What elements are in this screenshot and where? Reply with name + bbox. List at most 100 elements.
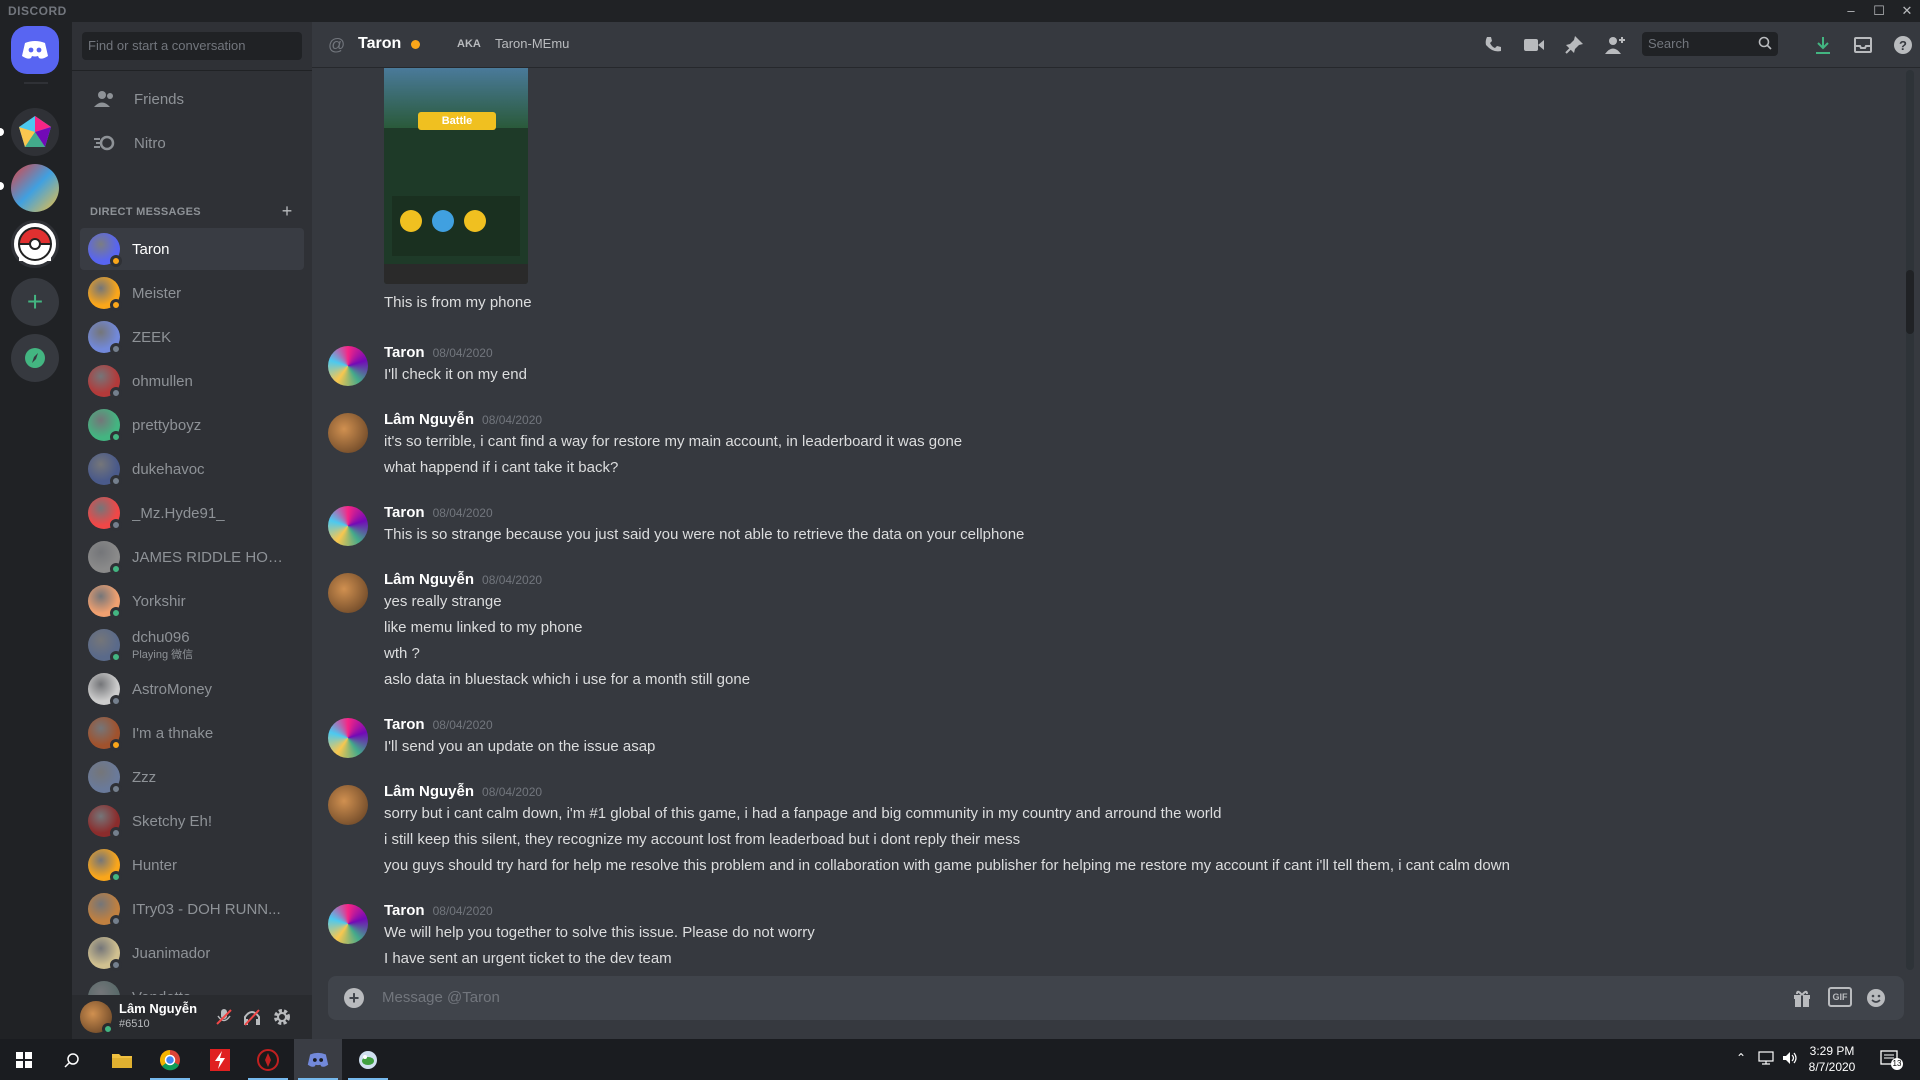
author-name[interactable]: Lâm Nguyễn	[384, 571, 474, 588]
message-author[interactable]: Taron 08/04/2020	[384, 344, 493, 361]
help-icon: ?	[1894, 36, 1912, 54]
start-video-call-button[interactable]	[1523, 34, 1545, 56]
dm-item[interactable]: dchu096 Playing 微信	[80, 624, 304, 666]
message-text: sorry but i cant calm down, i'm #1 globa…	[384, 805, 1222, 822]
message-avatar[interactable]	[328, 573, 368, 613]
discord-taskbar-button[interactable]	[294, 1039, 342, 1080]
home-button[interactable]	[11, 26, 59, 74]
maximize-button[interactable]: ☐	[1866, 1, 1892, 21]
message-author[interactable]: Taron 08/04/2020	[384, 716, 493, 733]
avatar	[88, 497, 122, 531]
dm-item[interactable]: Hunter	[80, 844, 304, 886]
dm-name: AstroMoney	[132, 680, 213, 698]
start-button[interactable]	[0, 1039, 48, 1080]
user-avatar[interactable]	[80, 1001, 114, 1035]
user-settings-button[interactable]	[272, 1007, 292, 1032]
action-center-button[interactable]: 13	[1880, 1049, 1903, 1074]
file-explorer-button[interactable]	[98, 1039, 146, 1080]
scrollbar-thumb[interactable]	[1906, 270, 1914, 334]
dm-item[interactable]: Yorkshir	[80, 580, 304, 622]
dm-item[interactable]: dukehavoc	[80, 448, 304, 490]
author-name[interactable]: Taron	[384, 344, 425, 361]
system-clock[interactable]: 3:29 PM 8/7/2020	[1800, 1043, 1864, 1075]
download-apps-button[interactable]	[1812, 34, 1834, 56]
close-button[interactable]: ✕	[1894, 1, 1920, 21]
message-input[interactable]: Message @Taron	[382, 989, 500, 1006]
author-name[interactable]: Taron	[384, 716, 425, 733]
chrome-button[interactable]	[146, 1039, 194, 1080]
author-name[interactable]: Lâm Nguyễn	[384, 411, 474, 428]
battle-button-image: Battle	[418, 112, 496, 130]
server-icon-3[interactable]	[11, 220, 59, 268]
help-button[interactable]: ?	[1892, 34, 1914, 56]
mute-button[interactable]	[214, 1007, 234, 1032]
inbox-button[interactable]	[1852, 34, 1874, 56]
dm-item[interactable]: ohmullen	[80, 360, 304, 402]
message-author[interactable]: Lâm Nguyễn 08/04/2020	[384, 571, 542, 588]
app-red-button[interactable]	[196, 1039, 244, 1080]
dm-item[interactable]: Meister	[80, 272, 304, 314]
dm-item[interactable]: ZEEK	[80, 316, 304, 358]
server-icon-2[interactable]	[11, 164, 59, 212]
dm-item[interactable]: JAMES RIDDLE HOFFA	[80, 536, 304, 578]
start-voice-call-button[interactable]	[1482, 34, 1504, 56]
dm-name: Juanimador	[132, 944, 211, 962]
server-icon-1[interactable]	[11, 108, 59, 156]
dm-text: Juanimador	[120, 945, 210, 962]
avatar	[88, 277, 122, 311]
gif-button[interactable]: GIF	[1828, 987, 1852, 1007]
nav-nitro[interactable]: Nitro	[80, 122, 304, 164]
dm-text: prettyboyz	[120, 417, 201, 434]
message-timestamp: 08/04/2020	[482, 785, 543, 799]
dm-item[interactable]: Zzz	[80, 756, 304, 798]
inbox-icon	[1854, 37, 1872, 53]
conversation-search[interactable]: Find or start a conversation	[82, 32, 302, 60]
volume-icon[interactable]	[1782, 1051, 1798, 1068]
taskbar-search-button[interactable]	[48, 1039, 96, 1080]
dm-item[interactable]: Sketchy Eh!	[80, 800, 304, 842]
author-name[interactable]: Lâm Nguyễn	[384, 783, 474, 800]
author-name[interactable]: Taron	[384, 504, 425, 521]
message-avatar[interactable]	[328, 904, 368, 944]
upload-button[interactable]: +	[344, 988, 364, 1008]
server-list: +	[0, 22, 72, 1039]
send-gift-button[interactable]	[1792, 988, 1812, 1013]
emoji-button[interactable]	[1866, 988, 1886, 1013]
chevron-up-icon[interactable]: ⌃	[1736, 1051, 1746, 1065]
nav-friends[interactable]: Friends	[80, 78, 304, 120]
nitro-icon	[94, 135, 115, 151]
dm-item[interactable]: _Mz.Hyde91_	[80, 492, 304, 534]
dm-item[interactable]: ITry03 - DOH RUNN...	[80, 888, 304, 930]
image-attachment[interactable]: Battle	[384, 68, 528, 284]
dm-item[interactable]: I'm a thnake	[80, 712, 304, 754]
memu-app-button[interactable]	[344, 1039, 392, 1080]
game-app-button[interactable]	[244, 1039, 292, 1080]
network-icon[interactable]	[1758, 1051, 1774, 1068]
message-author[interactable]: Lâm Nguyễn 08/04/2020	[384, 411, 542, 428]
deafen-button[interactable]	[242, 1007, 262, 1032]
dm-name: Zzz	[132, 768, 157, 786]
message-author[interactable]: Taron 08/04/2020	[384, 504, 493, 521]
message-avatar[interactable]	[328, 785, 368, 825]
create-dm-button[interactable]: +	[278, 202, 296, 220]
pinned-messages-button[interactable]	[1563, 34, 1585, 56]
minimize-button[interactable]: –	[1838, 1, 1864, 21]
dm-item[interactable]: Juanimador	[80, 932, 304, 974]
dm-item[interactable]: Taron	[80, 228, 304, 270]
author-name[interactable]: Taron	[384, 902, 425, 919]
message-author[interactable]: Lâm Nguyễn 08/04/2020	[384, 783, 542, 800]
message-composer[interactable]: + Message @Taron GIF	[328, 976, 1904, 1020]
dm-item[interactable]: AstroMoney	[80, 668, 304, 710]
message-avatar[interactable]	[328, 506, 368, 546]
add-friend-to-dm-button[interactable]	[1604, 34, 1626, 56]
message-timestamp: 08/04/2020	[482, 413, 543, 427]
message-author[interactable]: Taron 08/04/2020	[384, 902, 493, 919]
add-server-button[interactable]: +	[11, 278, 59, 326]
dm-item[interactable]: prettyboyz	[80, 404, 304, 446]
message-avatar[interactable]	[328, 346, 368, 386]
explore-servers-button[interactable]	[11, 334, 59, 382]
message-avatar[interactable]	[328, 718, 368, 758]
message-avatar[interactable]	[328, 413, 368, 453]
message-text: aslo data in bluestack which i use for a…	[384, 671, 751, 688]
scrollbar-track[interactable]	[1906, 70, 1914, 970]
